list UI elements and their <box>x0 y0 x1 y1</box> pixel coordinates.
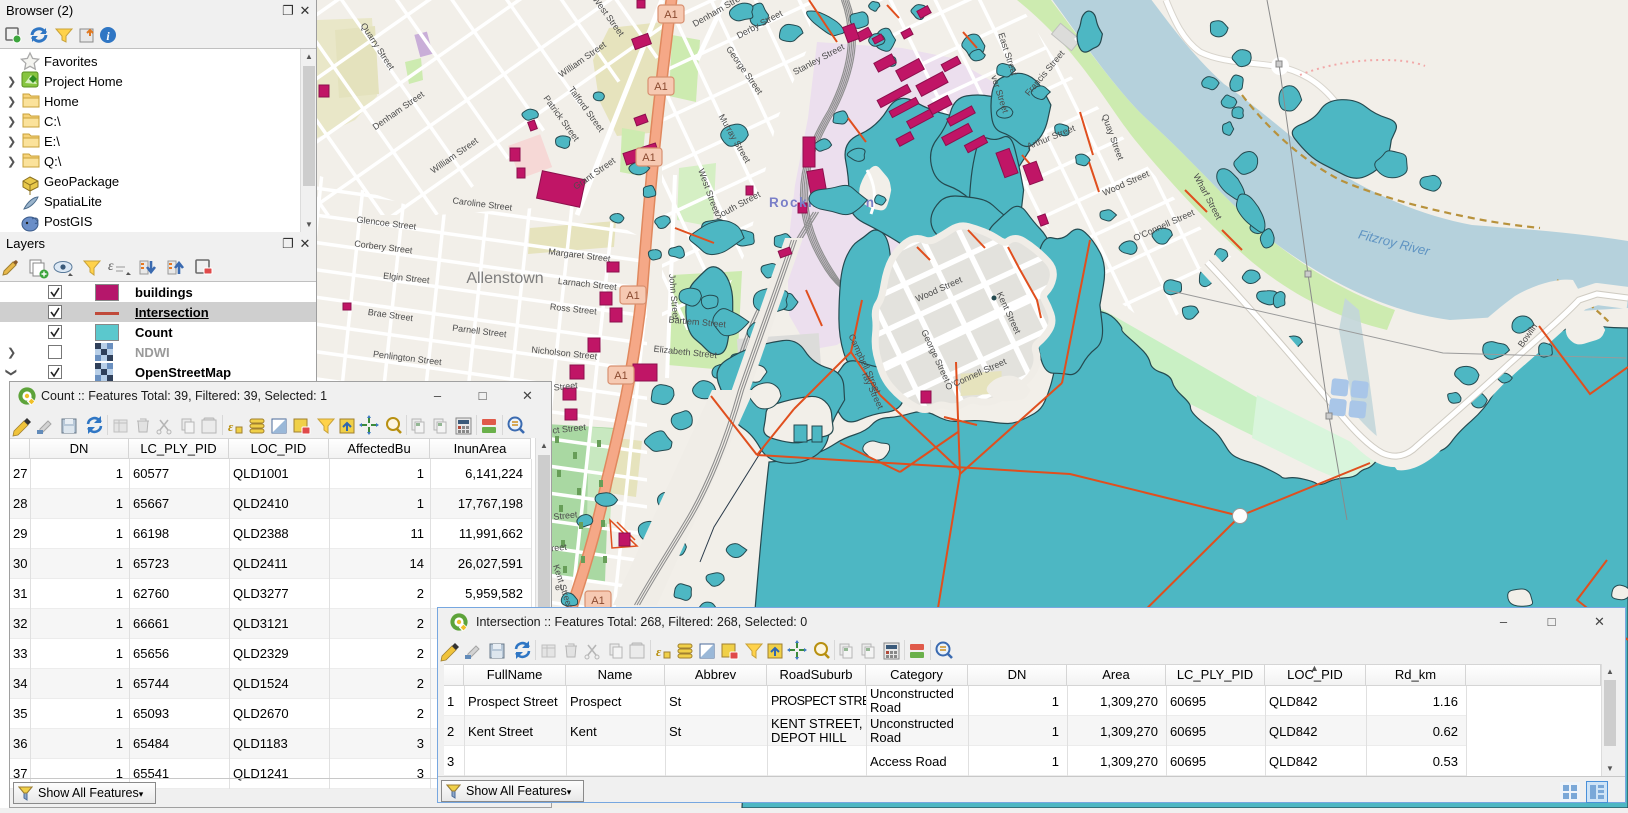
svg-text:A1: A1 <box>642 152 655 164</box>
svg-text:A1: A1 <box>664 9 677 21</box>
svg-text:Allenstown: Allenstown <box>466 270 543 287</box>
svg-text:A1: A1 <box>626 290 639 302</box>
svg-text:ε: ε <box>228 419 234 434</box>
svg-text:ε: ε <box>656 644 662 659</box>
svg-text:ε: ε <box>108 259 114 274</box>
svg-text:A1: A1 <box>591 595 604 607</box>
svg-text:A1: A1 <box>654 81 667 93</box>
svg-text:A1: A1 <box>614 370 627 382</box>
